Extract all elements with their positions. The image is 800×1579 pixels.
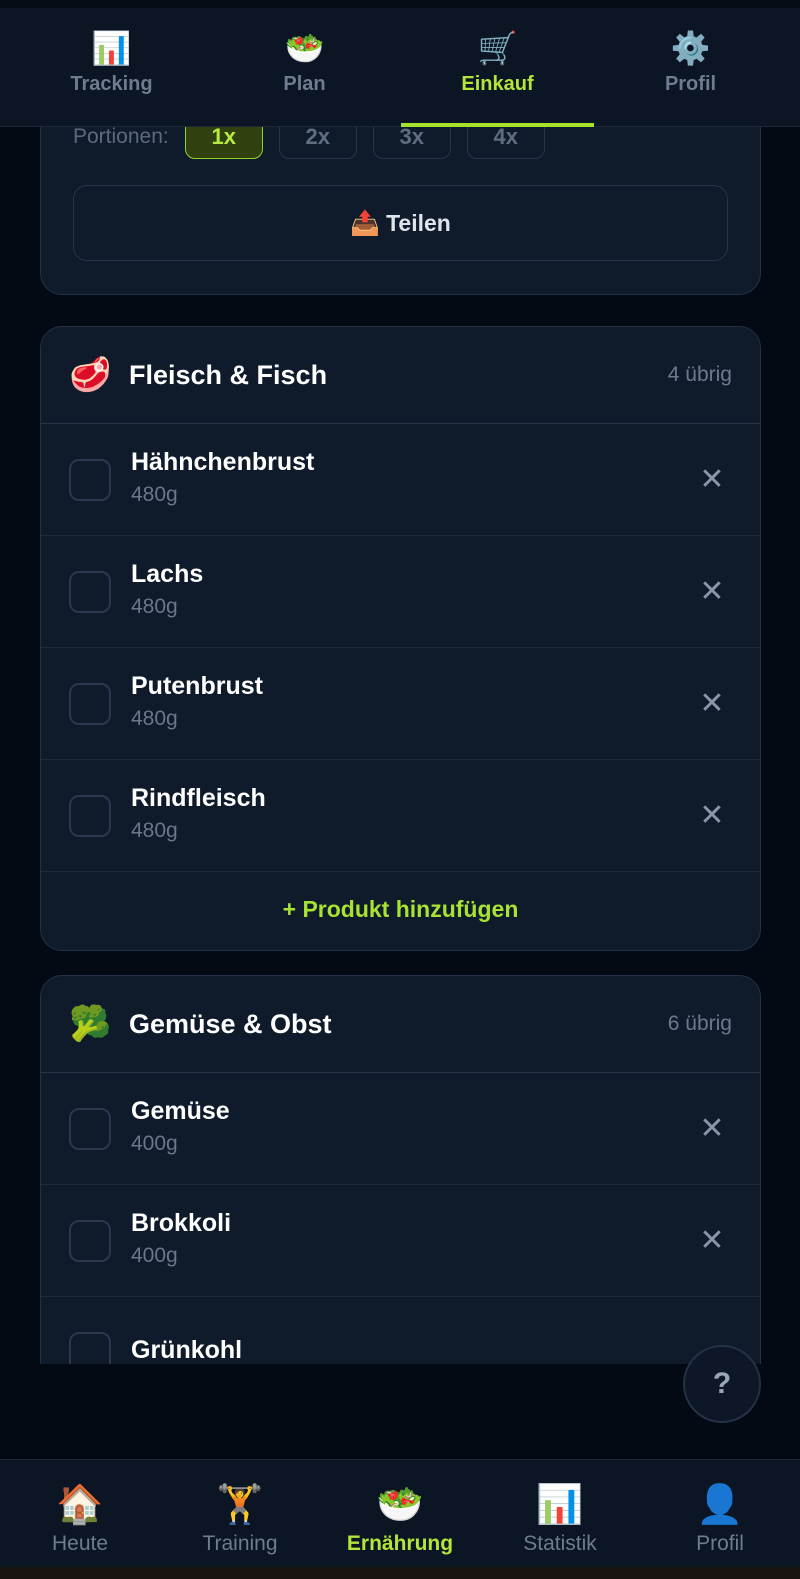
nav-label: Training: [202, 1532, 278, 1555]
shopping-list-content[interactable]: Portionen: 1x 2x 3x 4x 📤 Teilen 🥩 Fleisc…: [0, 0, 800, 1364]
category-header[interactable]: 🥦 Gemüse & Obst 6 übrig: [41, 976, 760, 1073]
weightlifter-icon: 🏋️: [216, 1484, 264, 1526]
shopping-cart-icon: 🛒: [477, 30, 518, 66]
item-quantity: 400g: [131, 1131, 178, 1155]
item-name: Brokkoli: [131, 1208, 232, 1237]
nav-item-heute[interactable]: 🏠 Heute: [10, 1484, 150, 1568]
list-item: Lachs 480g ✕: [41, 536, 760, 648]
item-quantity: 480g: [131, 818, 178, 842]
item-name: Gemüse: [131, 1096, 230, 1125]
nav-item-ernaehrung[interactable]: 🥗 Ernährung: [330, 1484, 470, 1568]
item-checkbox[interactable]: [69, 570, 111, 613]
item-text: Gemüse 400g: [131, 1095, 692, 1159]
tab-tracking[interactable]: 📊 Tracking: [15, 0, 208, 127]
item-name: Putenbrust: [131, 671, 263, 700]
system-strip: [0, 1567, 800, 1579]
item-text: Hähnchenbrust 480g: [131, 446, 692, 510]
tab-einkauf[interactable]: 🛒 Einkauf: [401, 0, 594, 127]
item-quantity: 480g: [131, 706, 178, 730]
top-tab-bar: 📊 Tracking 🥗 Plan 🛒 Einkauf ⚙️ Profil: [0, 0, 800, 127]
nav-item-statistik[interactable]: 📊 Statistik: [490, 1484, 630, 1568]
item-quantity: 480g: [131, 482, 178, 506]
meat-icon: 🥩: [69, 356, 112, 394]
share-button[interactable]: 📤 Teilen: [73, 185, 728, 261]
help-button[interactable]: ?: [683, 1345, 761, 1423]
remove-item-icon[interactable]: ✕: [692, 796, 732, 836]
salad-icon: 🥗: [284, 30, 325, 66]
category-card-vegetables-fruit: 🥦 Gemüse & Obst 6 übrig Gemüse 400g ✕ Br…: [40, 975, 761, 1364]
item-name: Lachs: [131, 559, 204, 588]
item-name: Grünkohl: [131, 1335, 243, 1364]
category-title: Gemüse & Obst: [129, 1008, 332, 1039]
portions-label: Portionen:: [73, 125, 169, 148]
item-checkbox[interactable]: [69, 794, 111, 837]
item-name: Rindfleisch: [131, 783, 266, 812]
category-title: Fleisch & Fisch: [129, 359, 328, 390]
salad-icon: 🥗: [376, 1484, 424, 1526]
tab-label: Profil: [664, 73, 717, 95]
item-checkbox[interactable]: [69, 1219, 111, 1262]
list-item: Hähnchenbrust 480g ✕: [41, 424, 760, 536]
nav-label: Heute: [51, 1532, 109, 1555]
remove-item-icon[interactable]: ✕: [692, 460, 732, 500]
bottom-nav: 🏠 Heute 🏋️ Training 🥗 Ernährung 📊 Statis…: [0, 1459, 800, 1567]
nav-item-profil[interactable]: 👤 Profil: [650, 1484, 790, 1568]
item-checkbox[interactable]: [69, 1107, 111, 1150]
tab-profil[interactable]: ⚙️ Profil: [594, 0, 787, 127]
item-quantity: 480g: [131, 594, 178, 618]
item-name: Hähnchenbrust: [131, 447, 315, 476]
app-root: Portionen: 1x 2x 3x 4x 📤 Teilen 🥩 Fleisc…: [0, 0, 800, 1579]
remove-item-icon[interactable]: ✕: [692, 572, 732, 612]
broccoli-icon: 🥦: [69, 1005, 112, 1043]
item-text: Grünkohl: [131, 1334, 760, 1365]
remove-item-icon[interactable]: ✕: [692, 1221, 732, 1261]
bar-chart-icon: 📊: [536, 1484, 584, 1526]
list-item: Brokkoli 400g ✕: [41, 1185, 760, 1297]
home-icon: 🏠: [56, 1484, 104, 1526]
share-label: Teilen: [386, 209, 451, 236]
user-icon: 👤: [696, 1484, 744, 1526]
bar-chart-icon: 📊: [91, 30, 132, 66]
gear-icon: ⚙️: [670, 30, 711, 66]
remaining-count: 4 übrig: [667, 363, 732, 386]
remove-item-icon[interactable]: ✕: [692, 684, 732, 724]
list-item: Grünkohl: [41, 1297, 760, 1364]
item-checkbox[interactable]: [69, 1331, 111, 1364]
item-checkbox[interactable]: [69, 682, 111, 725]
list-item: Rindfleisch 480g ✕: [41, 760, 760, 872]
tab-label: Einkauf: [461, 73, 534, 95]
list-item: Gemüse 400g ✕: [41, 1073, 760, 1185]
nav-label: Ernährung: [346, 1532, 454, 1555]
item-text: Rindfleisch 480g: [131, 782, 692, 846]
item-quantity: 400g: [131, 1243, 178, 1267]
item-text: Putenbrust 480g: [131, 670, 692, 734]
category-card-meat-fish: 🥩 Fleisch & Fisch 4 übrig Hähnchenbrust …: [40, 326, 761, 951]
nav-label: Profil: [696, 1532, 744, 1555]
remaining-count: 6 übrig: [667, 1012, 732, 1035]
list-item: Putenbrust 480g ✕: [41, 648, 760, 760]
remove-item-icon[interactable]: ✕: [692, 1109, 732, 1149]
tab-label: Plan: [283, 73, 326, 95]
add-product-button[interactable]: + Produkt hinzufügen: [41, 872, 760, 946]
item-text: Brokkoli 400g: [131, 1207, 692, 1271]
nav-label: Statistik: [523, 1532, 597, 1555]
category-header[interactable]: 🥩 Fleisch & Fisch 4 übrig: [41, 327, 760, 424]
nav-item-training[interactable]: 🏋️ Training: [170, 1484, 310, 1568]
tab-plan[interactable]: 🥗 Plan: [208, 0, 401, 127]
tab-label: Tracking: [70, 73, 153, 95]
item-text: Lachs 480g: [131, 558, 692, 622]
outbox-icon: 📤: [350, 209, 381, 237]
item-checkbox[interactable]: [69, 458, 111, 501]
